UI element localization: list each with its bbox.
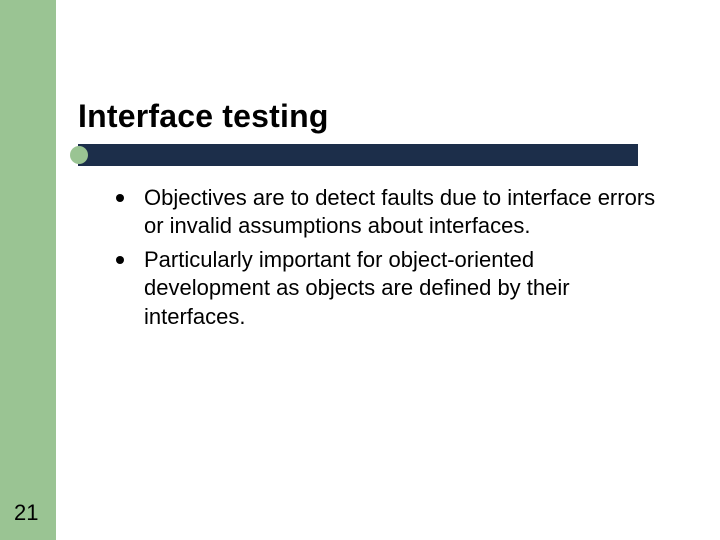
bullet-text: Objectives are to detect faults due to i… xyxy=(144,184,666,240)
bullet-text: Particularly important for object-orient… xyxy=(144,246,666,330)
bullet-icon xyxy=(116,194,124,202)
title-block: Interface testing xyxy=(78,98,678,145)
slide: Interface testing Objectives are to dete… xyxy=(0,0,720,540)
body-content: Objectives are to detect faults due to i… xyxy=(116,184,666,337)
bullet-icon xyxy=(116,256,124,264)
list-item: Particularly important for object-orient… xyxy=(116,246,666,330)
sidebar-accent xyxy=(0,0,56,540)
page-number: 21 xyxy=(14,500,38,526)
slide-title: Interface testing xyxy=(78,98,678,135)
list-item: Objectives are to detect faults due to i… xyxy=(116,184,666,240)
title-underline-bar xyxy=(78,144,638,166)
